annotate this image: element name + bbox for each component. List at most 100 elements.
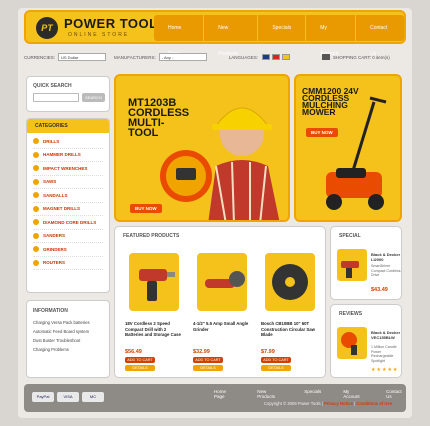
category-label: ROUTERS (43, 260, 66, 265)
banner-mower-buy-button[interactable]: BUY NOW (306, 128, 338, 137)
category-item[interactable]: HAMMER DRILLS (33, 149, 103, 162)
quick-search-box: QUICK SEARCH SEARCH (26, 76, 110, 112)
banner-multitool[interactable]: MT1203B CORDLESS MULTI-TOOL BUY NOW (114, 74, 290, 222)
category-label: HAMMER DRILLS (43, 152, 81, 157)
special-box: SPECIAL Black & Decker LI2000 SmartDrive… (330, 226, 402, 300)
category-item[interactable]: DIAMOND CORE DRILLS (33, 216, 103, 230)
info-link[interactable]: Charging Versa Pack batteries (33, 318, 103, 327)
product-image[interactable] (129, 253, 179, 311)
arrow-icon (33, 178, 39, 185)
categories-box: CATEGORIES DRILLS HAMMER DRILLS IMPACT W… (26, 118, 110, 293)
header: PT POWER TOOLS ONLINE STORE Home Page Ne… (24, 10, 406, 57)
category-label: IMPACT WRENCHES (43, 165, 88, 171)
information-title: INFORMATION (33, 308, 68, 314)
featured-title: FEATURED PRODUCTS (123, 233, 180, 239)
details-button[interactable]: DETAILS (193, 365, 223, 371)
footer-nav-new-products[interactable]: New Products (257, 389, 282, 399)
product-card: Bosch CB10BB 10" 60T Construction Circul… (257, 247, 315, 372)
category-item[interactable]: SANDALLS (33, 189, 103, 203)
categories-title: CATEGORIES (27, 119, 109, 133)
category-item[interactable]: DRILLS (33, 135, 103, 149)
category-item[interactable]: MAGNET DRILLS (33, 203, 103, 216)
category-label: DIAMOND CORE DRILLS (43, 219, 97, 225)
categories-list: DRILLS HAMMER DRILLS IMPACT WRENCHES SAW… (27, 133, 109, 272)
currencies-label: CURRENCIES: (24, 54, 56, 60)
add-to-cart-button[interactable]: ADD TO CART (193, 357, 223, 363)
logo-icon[interactable]: PT (36, 17, 58, 39)
add-to-cart-button[interactable]: ADD TO CART (261, 357, 291, 363)
privacy-link[interactable]: Privacy Notice (324, 401, 353, 406)
search-button[interactable]: SEARCH (82, 93, 105, 102)
arrow-icon (33, 205, 39, 212)
review-product-image[interactable] (337, 327, 367, 359)
category-label: MAGNET DRILLS (43, 206, 80, 211)
info-link[interactable]: Charging Problems (33, 345, 103, 354)
arrow-icon (33, 192, 39, 199)
category-item[interactable]: IMPACT WRENCHES (33, 162, 103, 176)
product-card: 18V Cordless 2 Speed Compact Drill with … (121, 247, 181, 372)
quick-search-title: QUICK SEARCH (33, 83, 72, 89)
category-item[interactable]: SAWS (33, 176, 103, 189)
reviews-box: REVIEWS Black & Decker VEC155BLW 1 Milli… (330, 304, 402, 378)
special-title: SPECIAL (339, 233, 361, 239)
lawnmower-image (326, 96, 387, 210)
copyright-text: Copyright © 2009 Power Tools (264, 401, 321, 406)
copyright: Copyright © 2009 Power Tools | Privacy N… (264, 401, 393, 406)
language-flags (262, 53, 292, 61)
details-button[interactable]: DETAILS (125, 365, 155, 371)
category-label: SANDERS (43, 233, 66, 238)
nav-contact-us[interactable]: Contact Us (356, 15, 404, 57)
product-image[interactable] (265, 253, 315, 311)
info-link[interactable]: Dust Buster Troubleshoot (33, 336, 103, 345)
languages-label: LANGUAGES: (228, 54, 259, 60)
arrow-icon (33, 138, 39, 145)
footer-nav-home[interactable]: Home Page (214, 389, 235, 399)
footer-nav-contact-us[interactable]: Contact Us (386, 389, 406, 399)
footer-nav-my-account[interactable]: My Account (343, 389, 364, 399)
rating-stars: ★★★★★ (371, 367, 399, 373)
details-button[interactable]: DETAILS (261, 365, 291, 371)
banner-multitool-buy-button[interactable]: BUY NOW (130, 204, 162, 213)
visa-icon: VISA (57, 392, 79, 402)
nav-my-account[interactable]: My Account (306, 15, 357, 57)
category-label: GRINDERS (43, 246, 67, 252)
product-image[interactable] (197, 253, 247, 311)
page: PT POWER TOOLS ONLINE STORE Home Page Ne… (18, 8, 412, 418)
flag-de-icon[interactable] (272, 53, 281, 60)
product-name[interactable]: 18V Cordless 2 Speed Compact Drill with … (125, 321, 185, 338)
product-price: $32.99 (193, 349, 210, 355)
review-product-name[interactable]: Black & Decker VEC155BLW (371, 330, 401, 340)
conditions-link[interactable]: Conditions of Use (356, 401, 392, 406)
top-navigation: Home Page New Products Specials My Accou… (154, 15, 404, 57)
spotlight-icon (341, 332, 357, 355)
product-name[interactable]: Bosch CB10BB 10" 60T Construction Circul… (261, 321, 321, 338)
special-product-image[interactable] (337, 249, 367, 281)
cart-icon[interactable] (322, 54, 331, 60)
category-item[interactable]: GRINDERS (33, 243, 103, 257)
product-name[interactable]: 4-1/2" 5.5 Amp Small Angle Grinder (193, 321, 253, 332)
footer: PayPal VISA MC Home Page New Products Sp… (24, 384, 406, 412)
search-input[interactable] (33, 93, 79, 102)
footer-nav-specials[interactable]: Specials (304, 389, 321, 399)
shopping-cart-link[interactable]: SHOPPING CART: 0 item(s) (333, 55, 390, 60)
paypal-icon: PayPal (32, 392, 54, 402)
add-to-cart-button[interactable]: ADD TO CART (125, 357, 155, 363)
arrow-icon (33, 232, 39, 239)
flag-es-icon[interactable] (282, 53, 291, 60)
manufacturer-select[interactable]: - Any - (158, 53, 207, 61)
special-product-name[interactable]: Black & Decker LI2000 (371, 252, 401, 262)
footer-navigation: Home Page New Products Specials My Accou… (214, 389, 406, 399)
category-item[interactable]: ROUTERS (33, 257, 103, 270)
nav-new-products[interactable]: New Products (204, 15, 259, 57)
nav-specials[interactable]: Specials (258, 15, 307, 41)
payment-methods: PayPal VISA MC (32, 392, 104, 402)
flag-en-icon[interactable] (262, 53, 271, 60)
banner-mower[interactable]: CMM1200 24V CORDLESS MULCHING MOWER BUY … (294, 74, 402, 222)
saw-blade-icon (272, 264, 308, 300)
brand-title[interactable]: POWER TOOLS (64, 16, 167, 31)
currency-select[interactable]: US Dollar (58, 53, 107, 61)
info-link[interactable]: Automatic Feed Board system (33, 327, 103, 336)
category-item[interactable]: SANDERS (33, 230, 103, 243)
arrow-icon (33, 165, 39, 172)
nav-home[interactable]: Home Page (154, 15, 205, 57)
